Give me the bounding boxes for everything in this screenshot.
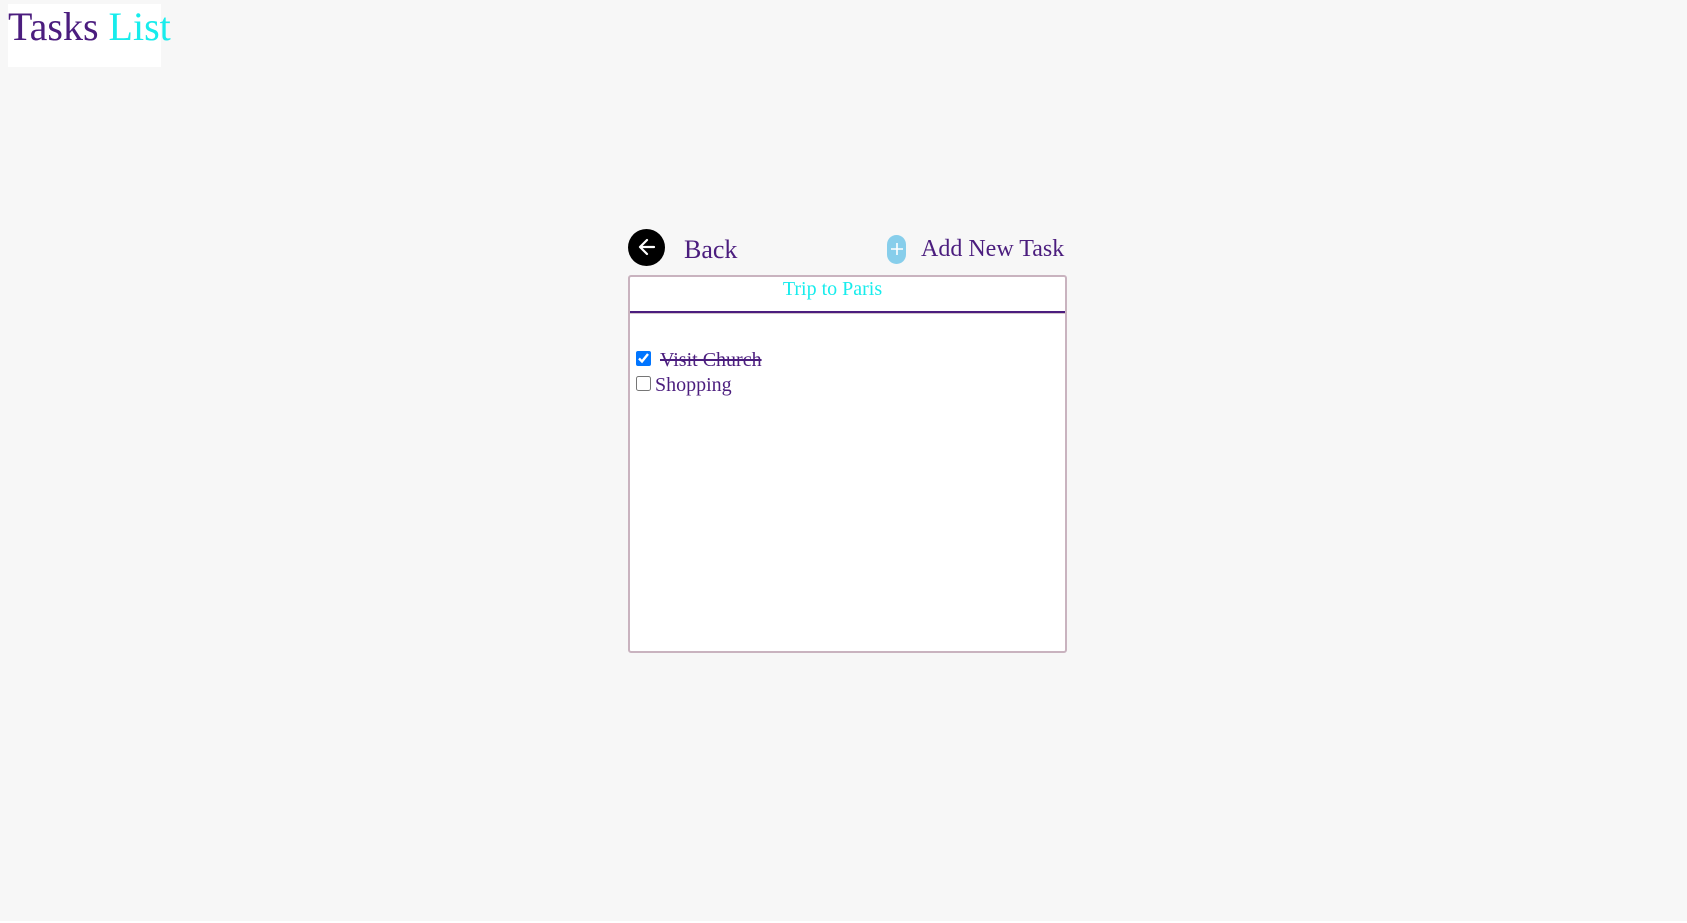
plus-icon[interactable]	[887, 234, 906, 264]
task-list-card: Trip to Paris Visit Church Shopping	[628, 275, 1067, 653]
task-label: Shopping	[655, 374, 732, 396]
list-title: Trip to Paris	[782, 278, 883, 300]
toolbar: Back Add New Task	[628, 228, 1070, 272]
list-title-header: Trip to Paris	[630, 277, 1065, 313]
app-logo: Tasks List	[8, 4, 171, 67]
back-button[interactable]: Back	[628, 228, 737, 266]
arrow-left-icon[interactable]	[628, 228, 665, 266]
task-label: Visit Church	[660, 349, 762, 371]
back-label[interactable]: Back	[684, 235, 737, 265]
add-new-task-label[interactable]: Add New Task	[921, 236, 1064, 263]
logo-word-tasks: Tasks	[8, 4, 99, 49]
task-checkbox[interactable]	[636, 351, 651, 366]
add-new-task-button[interactable]: Add New Task	[887, 234, 1064, 264]
logo-word-list: List	[108, 4, 171, 49]
task-checkbox[interactable]	[636, 376, 651, 391]
task-list: Visit Church Shopping	[636, 348, 762, 398]
task-item: Shopping	[636, 373, 762, 398]
task-item: Visit Church	[636, 348, 762, 373]
header-divider	[630, 313, 1065, 314]
